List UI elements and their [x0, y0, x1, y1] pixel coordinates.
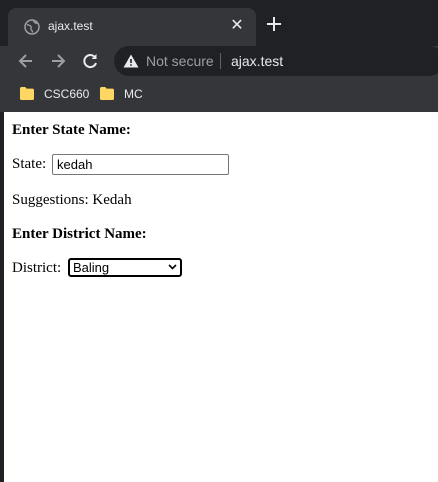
- security-label[interactable]: Not secure: [146, 53, 214, 69]
- browser-tab[interactable]: ajax.test ✕: [8, 8, 256, 46]
- folder-icon: [100, 87, 114, 100]
- tab-strip: ajax.test ✕: [0, 0, 438, 46]
- toolbar: Not secure ajax.test: [0, 46, 438, 76]
- chevron-down-icon: [168, 264, 177, 270]
- address-bar[interactable]: Not secure ajax.test: [114, 46, 438, 76]
- state-input[interactable]: [52, 154, 229, 175]
- warning-icon[interactable]: [123, 54, 139, 68]
- folder-icon: [20, 87, 34, 100]
- omnibox-divider: [220, 53, 221, 69]
- globe-icon: [24, 19, 40, 35]
- state-heading: Enter State Name:: [12, 122, 131, 138]
- district-heading: Enter District Name:: [12, 226, 147, 242]
- suggestions-text: Suggestions: Kedah: [12, 192, 132, 208]
- district-row: District: Baling: [12, 258, 192, 280]
- district-selected-value: Baling: [73, 260, 110, 275]
- page-viewport: Enter State Name: State: Suggestions: Ke…: [4, 112, 438, 482]
- bookmarks-bar: CSC660 MC: [0, 76, 438, 112]
- reload-icon[interactable]: [80, 51, 100, 71]
- district-select[interactable]: Baling: [68, 258, 182, 277]
- bookmark-label: CSC660: [44, 87, 90, 101]
- new-tab-icon[interactable]: [264, 14, 284, 34]
- forward-icon[interactable]: [48, 51, 68, 71]
- back-icon[interactable]: [16, 51, 36, 71]
- url-text[interactable]: ajax.test: [231, 53, 283, 69]
- state-label: State:: [12, 156, 47, 172]
- close-tab-icon[interactable]: ✕: [229, 18, 245, 34]
- bookmark-label: MC: [124, 87, 143, 101]
- district-label: District:: [12, 260, 62, 276]
- state-row: State:: [12, 154, 242, 176]
- tab-title: ajax.test: [48, 19, 93, 33]
